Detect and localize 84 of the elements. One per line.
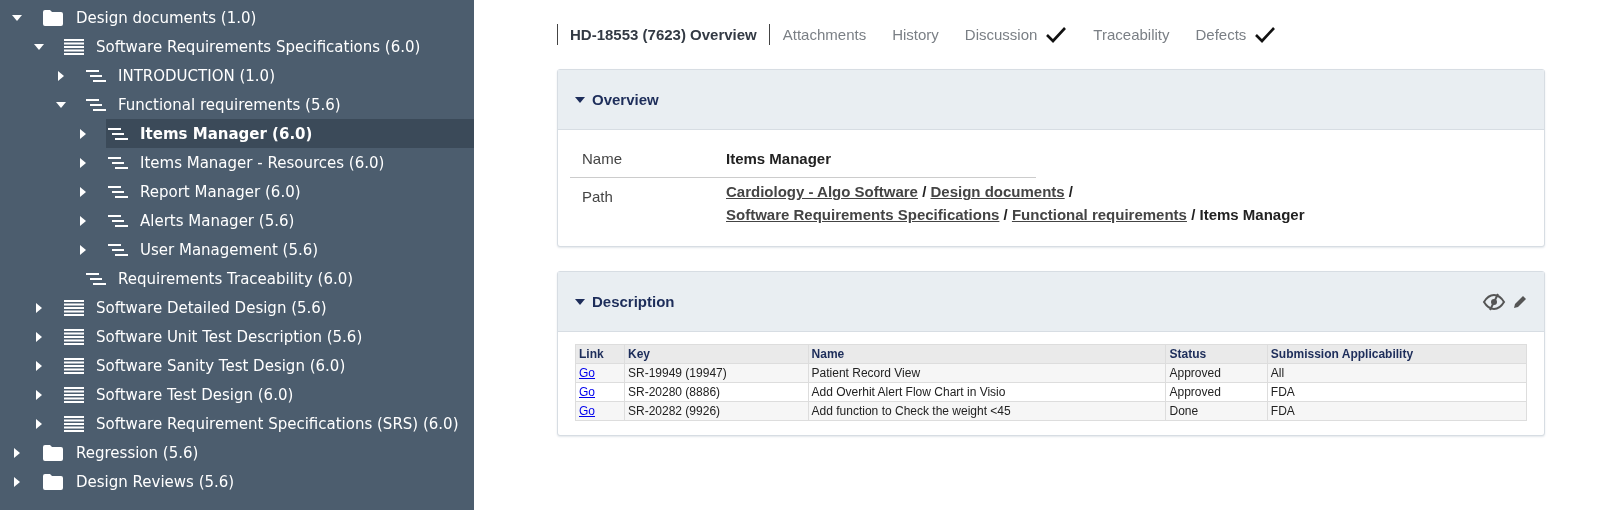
- lines-icon: [64, 385, 84, 404]
- tree-item[interactable]: Alerts Manager (5.6): [106, 206, 474, 235]
- tree-item[interactable]: Functional requirements (5.6): [84, 90, 474, 119]
- path-link[interactable]: Software Requirements Specifications: [726, 206, 1000, 223]
- column-header: Link: [575, 344, 625, 364]
- tree-item[interactable]: Software Detailed Design (5.6): [62, 293, 474, 322]
- section-header[interactable]: Overview: [574, 91, 659, 108]
- column-header: Status: [1166, 344, 1268, 364]
- breadcrumb-path: Cardiology - Algo Software / Design documents / Software Requirements Specifications / Functional requirements / Items Manager: [725, 182, 1306, 225]
- caret-down-icon[interactable]: [12, 12, 22, 23]
- lines-icon: [86, 68, 106, 83]
- tab[interactable]: Discussion: [951, 23, 1081, 45]
- tree-item[interactable]: User Management (5.6): [106, 235, 474, 264]
- tab[interactable]: History: [879, 23, 952, 45]
- tree-item[interactable]: Software Unit Test Description (5.6): [62, 322, 474, 351]
- folder-icon: [42, 8, 64, 27]
- caret-right-icon[interactable]: [34, 360, 44, 371]
- go-link[interactable]: Go: [579, 366, 595, 380]
- folder-icon: [42, 472, 64, 491]
- tree-item[interactable]: Software Requirement Specifications (SRS) (6.0): [62, 409, 474, 438]
- tree-item[interactable]: Items Manager - Resources (6.0): [106, 148, 474, 177]
- caret-right-icon[interactable]: [78, 128, 88, 139]
- caret-right-icon[interactable]: [78, 215, 88, 226]
- tree-item[interactable]: INTRODUCTION (1.0): [84, 61, 474, 90]
- lines-icon: [108, 155, 128, 170]
- lines-icon: [64, 356, 84, 375]
- lines-icon: [86, 97, 106, 112]
- lines-icon: [64, 327, 84, 346]
- lines-icon: [64, 298, 84, 317]
- tree-item[interactable]: Design documents (1.0): [40, 3, 474, 32]
- eye-slash-icon[interactable]: [1482, 292, 1506, 311]
- lines-icon: [108, 184, 128, 199]
- caret-right-icon[interactable]: [34, 418, 44, 429]
- lines-icon: [108, 242, 128, 257]
- tree-item[interactable]: Design Reviews (5.6): [40, 467, 474, 496]
- tree-item[interactable]: Software Test Design (6.0): [62, 380, 474, 409]
- tab[interactable]: Traceability: [1080, 23, 1183, 45]
- caret-right-icon[interactable]: [34, 331, 44, 342]
- lines-icon: [64, 414, 84, 433]
- table-cell: FDA: [1267, 382, 1527, 402]
- column-header: Submission Applicability: [1267, 344, 1527, 364]
- lines-icon: [64, 37, 84, 56]
- caret-right-icon[interactable]: [78, 244, 88, 255]
- column-header: Key: [624, 344, 809, 364]
- lines-icon: [86, 271, 106, 286]
- caret-down-icon: [574, 297, 586, 306]
- checkmark-icon: [1254, 25, 1277, 43]
- path-link[interactable]: Design documents: [930, 183, 1065, 200]
- tab[interactable]: HD-18553 (7623) Overview: [557, 23, 770, 45]
- tree-item[interactable]: Items Manager (6.0): [106, 119, 474, 148]
- table-cell: Approved: [1166, 382, 1268, 402]
- field-value: Items Manager: [725, 149, 833, 169]
- caret-down-icon[interactable]: [34, 41, 44, 52]
- caret-right-icon[interactable]: [78, 186, 88, 197]
- caret-right-icon[interactable]: [78, 157, 88, 168]
- tab[interactable]: Attachments: [782, 23, 880, 45]
- caret-down-icon: [574, 95, 586, 104]
- folder-icon: [42, 443, 64, 462]
- caret-right-icon[interactable]: [34, 389, 44, 400]
- section-header[interactable]: Description: [574, 293, 675, 310]
- pencil-icon[interactable]: [1512, 293, 1528, 310]
- tree-item[interactable]: Software Requirements Specifications (6.0): [62, 32, 474, 61]
- lines-icon: [108, 213, 128, 228]
- tree-item[interactable]: Software Sanity Test Design (6.0): [62, 351, 474, 380]
- caret-right-icon[interactable]: [12, 476, 22, 487]
- tree-item[interactable]: Report Manager (6.0): [106, 177, 474, 206]
- go-link[interactable]: Go: [579, 385, 595, 399]
- caret-down-icon[interactable]: [56, 99, 66, 110]
- caret-right-icon[interactable]: [12, 447, 22, 458]
- tab[interactable]: Defects: [1182, 23, 1290, 45]
- tree-item[interactable]: Requirements Traceability (6.0): [84, 264, 474, 293]
- path-link[interactable]: Cardiology - Algo Software: [726, 183, 918, 200]
- table-cell: Add Overhit Alert Flow Chart in Visio: [808, 382, 1166, 402]
- go-link[interactable]: Go: [579, 404, 595, 418]
- path-link[interactable]: Functional requirements: [1011, 206, 1187, 223]
- field-label: Name: [581, 149, 623, 169]
- lines-icon: [108, 126, 128, 141]
- caret-right-icon[interactable]: [56, 70, 66, 81]
- field-label: Path: [581, 187, 614, 207]
- column-header: Name: [808, 344, 1166, 364]
- caret-right-icon[interactable]: [34, 302, 44, 313]
- table-cell: SR-20280 (8886): [624, 382, 809, 402]
- tree-item[interactable]: Regression (5.6): [40, 438, 474, 467]
- checkmark-icon: [1045, 25, 1068, 43]
